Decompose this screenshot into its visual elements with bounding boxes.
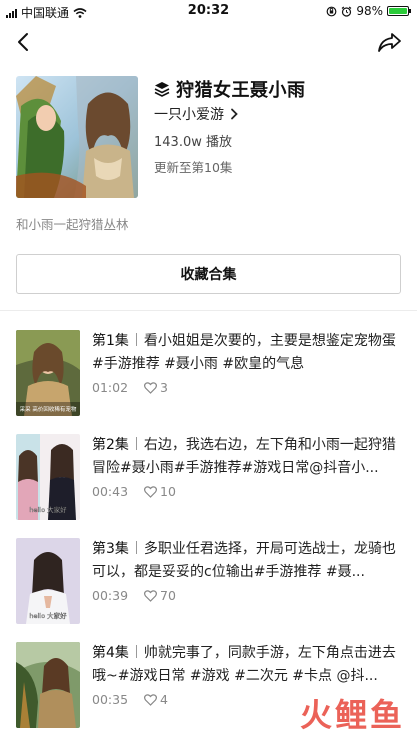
thumbnail-caption: 采采 高价回收稀有宠物 (20, 405, 77, 413)
like-count: 70 (160, 588, 176, 603)
battery-icon (387, 6, 411, 16)
thumbnail-image (16, 642, 80, 728)
album-cover-image[interactable] (16, 76, 138, 198)
heart-icon (144, 693, 158, 706)
separator (135, 437, 137, 450)
battery-percent: 98% (356, 4, 383, 18)
separator (135, 645, 137, 658)
episode-description: 第2集 右边，我选右边，左下角和小雨一起狩猎冒险#聂小雨#手游推荐#游戏日常@抖音… (92, 434, 401, 480)
episode-thumbnail: hello 大家好 (16, 538, 80, 624)
watermark-logo: 火鲤鱼 (300, 690, 405, 736)
update-status: 更新至第10集 (154, 160, 233, 175)
layers-icon (154, 82, 170, 97)
share-button[interactable] (377, 30, 403, 54)
episode-description: 第4集 帅就完事了，同款手游，左下角点击进去哦~#游戏日常 #游戏 #二次元 #卡… (92, 642, 401, 688)
episode-meta: 01:02 3 (92, 380, 168, 395)
separator (135, 333, 137, 346)
episode-description: 第3集 多职业任君选择，开局可选战士，龙骑也可以，都是妥妥的c位输出#手游推荐 #… (92, 538, 401, 584)
thumbnail-caption: hello 大家好 (29, 611, 67, 620)
episode-thumbnail: hello 大家好 (16, 434, 80, 520)
episode-duration: 00:35 (92, 692, 129, 707)
status-right: 98% (326, 4, 411, 18)
episode-number: 第3集 (92, 541, 129, 557)
watermark-text: 火鲤鱼 (299, 696, 405, 734)
episode-number: 第1集 (92, 333, 129, 349)
album-title-row: 狩猎女王聂小雨 (154, 76, 306, 102)
episode-description: 第1集 看小姐姐是次要的，主要是想鉴定宠物蛋#手游推荐 #聂小雨 #欧皇的气息 (92, 330, 401, 376)
episode-title: 右边，我选右边，左下角和小雨一起狩猎冒险#聂小雨#手游推荐#游戏日常@抖音小..… (92, 437, 396, 476)
episode-likes: 4 (144, 692, 168, 707)
episode-number: 第4集 (92, 645, 129, 661)
thumbnail-image: hello 大家好 (16, 434, 80, 520)
chevron-left-icon (18, 33, 28, 51)
episode-item[interactable]: hello 大家好 第2集 右边，我选右边，左下角和小雨一起狩猎冒险#聂小雨#手游… (16, 434, 401, 520)
album-title: 狩猎女王聂小雨 (176, 80, 306, 101)
episode-likes: 10 (144, 484, 176, 499)
episode-item[interactable]: hello 大家好 第3集 多职业任君选择，开局可选战士，龙骑也可以，都是妥妥的c… (16, 538, 401, 624)
episode-meta: 00:35 4 (92, 692, 168, 707)
author-link[interactable]: 一只小爱游 (154, 104, 238, 124)
episode-thumbnail (16, 642, 80, 728)
share-arrow-icon (378, 33, 401, 52)
battery-fill (389, 8, 407, 14)
alarm-icon (341, 6, 352, 17)
episode-title: 多职业任君选择，开局可选战士，龙骑也可以，都是妥妥的c位输出#手游推荐 #聂..… (92, 541, 396, 580)
like-count: 4 (160, 692, 168, 707)
episode-duration: 00:43 (92, 484, 129, 499)
like-count: 10 (160, 484, 176, 499)
episode-duration: 00:39 (92, 588, 129, 603)
episode-thumbnail: 采采 高价回收稀有宠物 (16, 330, 80, 416)
episode-duration: 01:02 (92, 380, 129, 395)
album-description: 和小雨一起狩猎丛林 (16, 217, 129, 232)
chevron-right-icon (231, 108, 238, 120)
heart-icon (144, 589, 158, 602)
divider (0, 310, 417, 311)
play-count: 143.0w 播放 (154, 135, 232, 150)
thumbnail-caption: hello 大家好 (29, 505, 67, 514)
heart-icon (144, 381, 158, 394)
episode-number: 第2集 (92, 437, 129, 453)
status-bar: 中国联通 20:32 98% (0, 0, 417, 22)
episode-item[interactable]: 采采 高价回收稀有宠物 第1集 看小姐姐是次要的，主要是想鉴定宠物蛋#手游推荐 #… (16, 330, 401, 416)
thumbnail-image: 采采 高价回收稀有宠物 (16, 330, 80, 416)
back-button[interactable] (12, 30, 36, 54)
collect-album-button[interactable]: 收藏合集 (16, 254, 401, 294)
thumbnail-image: hello 大家好 (16, 538, 80, 624)
author-name: 一只小爱游 (154, 107, 224, 123)
heart-icon (144, 485, 158, 498)
orientation-lock-icon (326, 6, 337, 16)
separator (135, 541, 137, 554)
episode-meta: 00:43 10 (92, 484, 176, 499)
cover-artwork (16, 76, 138, 198)
episode-meta: 00:39 70 (92, 588, 176, 603)
episode-likes: 3 (144, 380, 168, 395)
like-count: 3 (160, 380, 168, 395)
episode-title: 帅就完事了，同款手游，左下角点击进去哦~#游戏日常 #游戏 #二次元 #卡点 @… (92, 645, 396, 684)
episode-likes: 70 (144, 588, 176, 603)
episode-title: 看小姐姐是次要的，主要是想鉴定宠物蛋#手游推荐 #聂小雨 #欧皇的气息 (92, 333, 396, 372)
